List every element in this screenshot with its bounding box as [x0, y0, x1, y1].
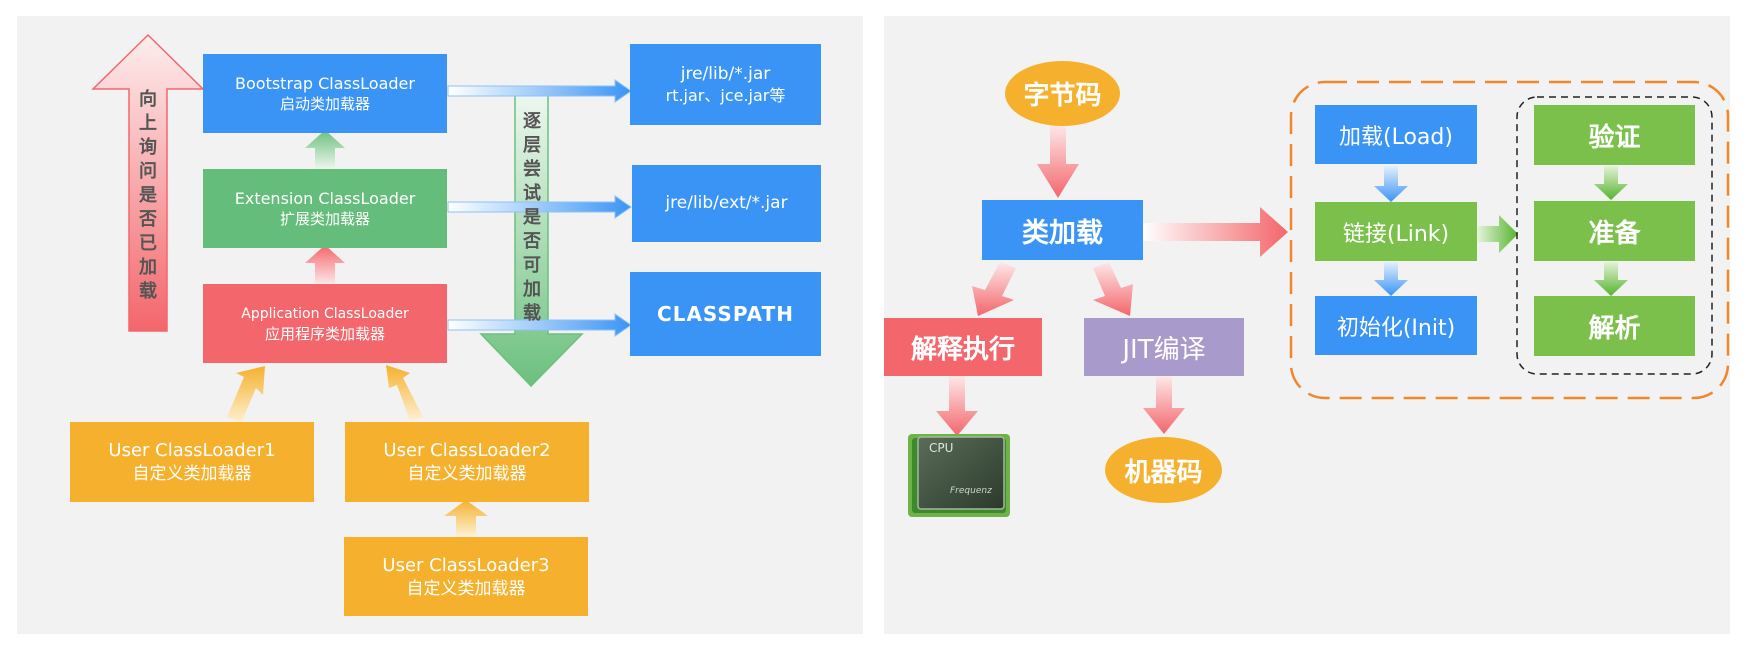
bootstrap-title: Bootstrap ClassLoader — [235, 74, 415, 93]
user1-subtitle: 自定义类加载器 — [132, 464, 252, 484]
class-loading-label: 类加载 — [1022, 217, 1103, 249]
ext-to-bootstrap-arrow — [305, 130, 345, 168]
application-classloader-box: Application ClassLoader 应用程序类加载器 — [203, 284, 447, 363]
down-try-char: 否 — [523, 231, 541, 252]
resolve-phase-box: 解析 — [1534, 296, 1695, 356]
prepare-phase-label: 准备 — [1588, 218, 1641, 249]
ext-lib-path: jre/lib/ext/*.jar — [665, 193, 788, 213]
up-query-char: 已 — [139, 233, 157, 254]
ext-lib-path-box: jre/lib/ext/*.jar — [632, 165, 821, 242]
class-loading-box: 类加载 — [982, 200, 1143, 260]
down-try-char: 尝 — [523, 159, 541, 180]
link-to-init-arrow — [1374, 262, 1408, 296]
jre-lib-path-box: jre/lib/*.jar rt.jar、jce.jar等 — [630, 44, 821, 125]
down-try-char: 载 — [523, 303, 541, 324]
extension-title: Extension ClassLoader — [234, 189, 416, 208]
jit-compile-label: JIT编译 — [1122, 334, 1206, 365]
user3-to-user2-arrow — [444, 500, 488, 536]
down-try-char: 是 — [523, 207, 541, 228]
up-query-char: 加 — [139, 257, 157, 278]
load-phase-box: 加载(Load) — [1315, 105, 1477, 164]
jit-compile-box: JIT编译 — [1084, 318, 1244, 376]
down-try-char: 层 — [523, 135, 541, 156]
up-query-char: 是 — [139, 185, 157, 206]
verify-phase-label: 验证 — [1588, 122, 1641, 153]
prepare-to-resolve-arrow — [1594, 262, 1628, 296]
user3-subtitle: 自定义类加载器 — [406, 578, 526, 599]
bytecode-to-load-arrow — [1037, 125, 1079, 198]
up-query-char: 上 — [139, 113, 157, 134]
user-classloader3-box: User ClassLoader3 自定义类加载器 — [344, 537, 588, 616]
load-to-jit-arrow — [1093, 262, 1133, 316]
link-phase-box: 链接(Link) — [1315, 202, 1477, 261]
link-phase-label: 链接(Link) — [1342, 221, 1450, 247]
interpret-to-cpu-arrow — [936, 376, 978, 436]
interpret-box: 解释执行 — [884, 318, 1042, 376]
classpath-label: CLASSPATH — [657, 302, 794, 326]
bootstrap-subtitle: 启动类加载器 — [279, 95, 370, 113]
down-try-char: 可 — [523, 255, 541, 276]
verify-to-prepare-arrow — [1594, 166, 1628, 200]
cpu-chip-icon — [908, 434, 1010, 517]
bytecode-oval: 字节码 — [1005, 61, 1120, 126]
interpret-label: 解释执行 — [910, 334, 1015, 365]
machine-code-label: 机器码 — [1124, 457, 1203, 488]
bytecode-label: 字节码 — [1023, 81, 1102, 111]
application-subtitle: 应用程序类加载器 — [264, 324, 385, 343]
classpath-box: CLASSPATH — [630, 272, 821, 356]
jit-to-machine-arrow — [1143, 376, 1185, 434]
extension-subtitle: 扩展类加载器 — [279, 210, 370, 228]
load-phase-label: 加载(Load) — [1339, 124, 1453, 150]
up-query-char: 载 — [139, 281, 157, 302]
down-try-label: 逐层尝试是否可加载 — [521, 110, 543, 326]
init-phase-label: 初始化(Init) — [1336, 315, 1456, 341]
down-try-char: 加 — [523, 279, 541, 300]
prepare-phase-box: 准备 — [1534, 201, 1695, 261]
user-classloader1-box: User ClassLoader1 自定义类加载器 — [70, 422, 314, 502]
down-try-char: 逐 — [523, 111, 541, 132]
classload-to-phase-arrow — [1142, 207, 1288, 257]
extension-classloader-box: Extension ClassLoader 扩展类加载器 — [203, 169, 447, 248]
user-classloader2-box: User ClassLoader2 自定义类加载器 — [345, 422, 589, 502]
up-query-char: 向 — [139, 89, 157, 110]
user2-title: User ClassLoader2 — [383, 440, 551, 461]
load-to-interpret-arrow — [972, 262, 1016, 316]
bootstrap-classloader-box: Bootstrap ClassLoader 启动类加载器 — [203, 54, 447, 133]
user1-title: User ClassLoader1 — [108, 440, 276, 461]
jre-lib-path: jre/lib/*.jar — [680, 63, 771, 84]
user3-title: User ClassLoader3 — [382, 554, 550, 576]
app-to-ext-arrow — [305, 245, 345, 283]
load-to-link-arrow — [1374, 166, 1408, 202]
link-to-verify-arrow — [1476, 215, 1518, 253]
verify-phase-box: 验证 — [1534, 105, 1695, 165]
init-phase-box: 初始化(Init) — [1315, 296, 1477, 355]
cpu-brand: Frequenz — [950, 486, 992, 496]
up-query-char: 询 — [139, 137, 157, 158]
user2-to-app-arrow — [386, 365, 423, 421]
machine-code-oval: 机器码 — [1105, 437, 1222, 503]
up-query-char: 否 — [139, 209, 157, 230]
resolve-phase-label: 解析 — [1588, 313, 1641, 344]
application-title: Application ClassLoader — [241, 305, 409, 322]
user1-to-app-arrow — [227, 366, 265, 423]
up-query-label: 向上询问是否已加载 — [137, 88, 159, 304]
user2-subtitle: 自定义类加载器 — [407, 464, 527, 484]
jre-lib-jars: rt.jar、jce.jar等 — [665, 85, 786, 105]
down-try-char: 试 — [523, 183, 541, 204]
up-query-char: 问 — [139, 161, 157, 182]
cpu-label: CPU — [929, 441, 954, 455]
